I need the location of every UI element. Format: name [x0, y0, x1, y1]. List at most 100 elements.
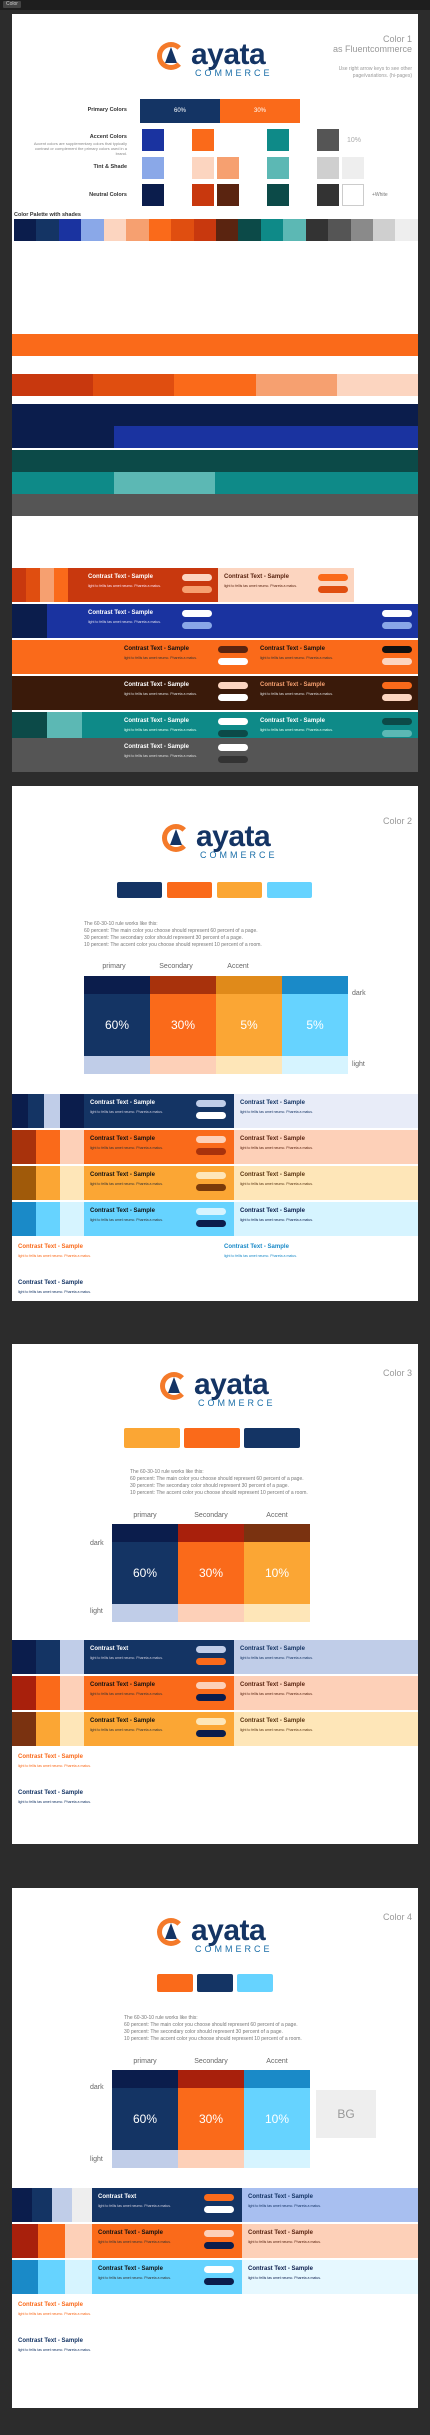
- card-sub: light to fellis tas amet neumo. Phareta …: [18, 2312, 91, 2316]
- card-title: Contrast Text - Sample: [248, 2266, 313, 2272]
- pill-white[interactable]: [382, 610, 412, 617]
- card-title: Contrast Text - Sample: [18, 2302, 83, 2308]
- pal-2: [36, 219, 59, 241]
- tint-shade-label: Tint & Shade: [93, 164, 127, 170]
- card-title: Contrast Text - Sample: [240, 1682, 305, 1688]
- rule-line2: 30 percent: The secondary color should r…: [130, 1483, 289, 1489]
- pal-17: [373, 219, 396, 241]
- pill[interactable]: [196, 1718, 226, 1725]
- pill-light-blue[interactable]: [382, 622, 412, 629]
- pill[interactable]: [196, 1100, 226, 1107]
- swatch-navy: [197, 1974, 233, 1992]
- rule-line1: 60 percent: The main color you choose sh…: [84, 928, 258, 934]
- card-sub: light to fellis tas amet neumo. Phareta …: [90, 1182, 163, 1186]
- card-orange: Contrast Text - Sample light to fellis t…: [118, 640, 254, 674]
- pal-14: [305, 219, 329, 241]
- pill[interactable]: [204, 2266, 234, 2273]
- card-title: Contrast Text - Sample: [124, 744, 189, 750]
- card-title: Contrast Text - Sample: [98, 2266, 163, 2272]
- pill-white[interactable]: [218, 658, 248, 665]
- pill[interactable]: [196, 1730, 226, 1737]
- card-orange-2: Contrast Text - Sample light to fellis t…: [254, 640, 418, 674]
- pill-dark[interactable]: [218, 756, 248, 763]
- pill-white[interactable]: [218, 718, 248, 725]
- pct-60: 60%: [132, 1566, 158, 1580]
- primary-colors-label: Primary Colors: [87, 107, 127, 113]
- pill-peach[interactable]: [382, 694, 412, 701]
- card-title: Contrast Text - Sample: [224, 1244, 289, 1250]
- card-sub: light to fellis tas amet neumo. Phareta …: [124, 728, 197, 732]
- pill[interactable]: [196, 1112, 226, 1119]
- pill-orange[interactable]: [382, 682, 412, 689]
- pill[interactable]: [204, 2206, 234, 2213]
- col-secondary: Secondary: [194, 1512, 228, 1519]
- logo-a-icon: [165, 47, 177, 63]
- brand-name: ayata: [191, 1914, 266, 1947]
- swatch-orange: [167, 882, 212, 898]
- tint-orange-1: [192, 157, 214, 179]
- pill-peach[interactable]: [382, 658, 412, 665]
- card-title: Contrast Text - Sample: [90, 1682, 155, 1688]
- card-sub: light to fellis tas amet neumo. Phareta …: [18, 1764, 91, 1768]
- card-title: Contrast Text - Sample: [90, 1718, 155, 1724]
- pct-60: 60%: [132, 2112, 158, 2126]
- primary-orange-pct: 30%: [253, 108, 266, 114]
- pill[interactable]: [196, 1220, 226, 1227]
- card-title: Contrast Text - Sample: [18, 1244, 83, 1250]
- pill[interactable]: [196, 1172, 226, 1179]
- card: Contrast Text - Sample light to fellis t…: [84, 1130, 234, 1164]
- pill-orange[interactable]: [318, 574, 348, 581]
- card-sub: light to fellis tas amet neumo. Phareta …: [18, 1800, 91, 1804]
- pill-white[interactable]: [218, 694, 248, 701]
- pill-white[interactable]: [218, 744, 248, 751]
- pill-mid[interactable]: [182, 586, 212, 593]
- swatch-sky: [237, 1974, 273, 1992]
- pill-white[interactable]: [182, 610, 212, 617]
- pct-30: 30%: [198, 2112, 224, 2126]
- card-sub: light to fellis tas amet neumo. Phareta …: [240, 1146, 313, 1150]
- pill-light[interactable]: [182, 574, 212, 581]
- pill[interactable]: [204, 2194, 234, 2201]
- pill[interactable]: [196, 1694, 226, 1701]
- neutral-navy: [142, 184, 164, 206]
- card-title: Contrast Text - Sample: [90, 1208, 155, 1214]
- card-sub: light to fellis tas amet neumo. Phareta …: [90, 1728, 163, 1732]
- pill-brown[interactable]: [218, 646, 248, 653]
- pill[interactable]: [196, 1682, 226, 1689]
- pill[interactable]: [196, 1184, 226, 1191]
- pill-light-blue[interactable]: [182, 622, 212, 629]
- window-tab[interactable]: Color: [3, 1, 21, 8]
- rule-line3: 10 percent: The accent color you choose …: [124, 2036, 302, 2042]
- pill[interactable]: [204, 2242, 234, 2249]
- brand-name: ayata: [196, 820, 271, 853]
- pill[interactable]: [204, 2230, 234, 2237]
- pill[interactable]: [196, 1136, 226, 1143]
- accent-grey: [317, 129, 339, 151]
- pill-dark-teal[interactable]: [382, 718, 412, 725]
- swatch-orange: [157, 1974, 193, 1992]
- pill[interactable]: [196, 1208, 226, 1215]
- pill-black[interactable]: [382, 646, 412, 653]
- pill[interactable]: [196, 1646, 226, 1653]
- card-title: Contrast Text - Sample: [240, 1136, 305, 1142]
- pill[interactable]: [204, 2278, 234, 2285]
- label-light: light: [90, 1608, 103, 1615]
- pill-dark-teal[interactable]: [218, 730, 248, 737]
- card-title: Contrast Text - Sample: [18, 1280, 83, 1286]
- pal-18: [395, 219, 418, 241]
- row-navy: Contrast Text - Sample light to fellis t…: [12, 1094, 418, 1128]
- neutral-orange: [192, 184, 214, 206]
- pct-60: 60%: [104, 1018, 130, 1032]
- card-sub: light to fellis tas amet neumo. Phareta …: [98, 2204, 171, 2208]
- pill-light-teal[interactable]: [382, 730, 412, 737]
- card-sub: light to fellis tas amet neumo. Phareta …: [240, 1218, 313, 1222]
- logo-a-icon: [168, 1377, 180, 1393]
- card-sub: light to fellis tas amet neumo. Phareta …: [248, 2276, 321, 2280]
- label-dark: dark: [90, 1540, 104, 1547]
- pill-dark[interactable]: [318, 586, 348, 593]
- card-sub: light to fellis tas amet neumo. Phareta …: [88, 620, 161, 624]
- pill[interactable]: [196, 1148, 226, 1155]
- pill[interactable]: [196, 1658, 226, 1665]
- card-sub: light to fellis tas amet neumo. Phareta …: [88, 584, 161, 588]
- pill-peach[interactable]: [218, 682, 248, 689]
